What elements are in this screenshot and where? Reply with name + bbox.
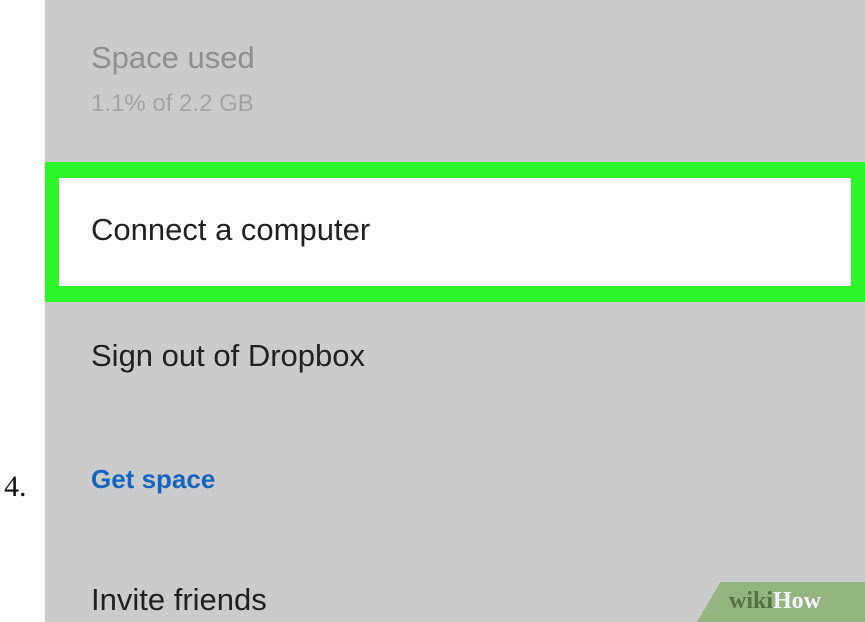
watermark-wiki: wiki: [729, 588, 774, 614]
get-space-link[interactable]: Get space: [91, 464, 215, 495]
sign-out-item[interactable]: Sign out of Dropbox: [91, 338, 365, 374]
settings-screen: Space used 1.1% of 2.2 GB Connect a comp…: [45, 0, 865, 622]
wikihow-watermark: wikiHow: [697, 582, 865, 622]
invite-friends-item[interactable]: Invite friends: [91, 582, 267, 618]
connect-computer-item[interactable]: Connect a computer: [59, 178, 851, 286]
connect-computer-label: Connect a computer: [91, 212, 371, 247]
watermark-how: How: [773, 588, 822, 614]
highlight-frame: Connect a computer: [45, 162, 865, 302]
wikihow-watermark-text: wikiHow: [729, 588, 821, 615]
space-used-item: Space used 1.1% of 2.2 GB: [45, 0, 865, 162]
space-used-subtitle: 1.1% of 2.2 GB: [91, 90, 254, 117]
space-used-title: Space used: [91, 40, 255, 75]
step-number: 4.: [4, 470, 27, 503]
